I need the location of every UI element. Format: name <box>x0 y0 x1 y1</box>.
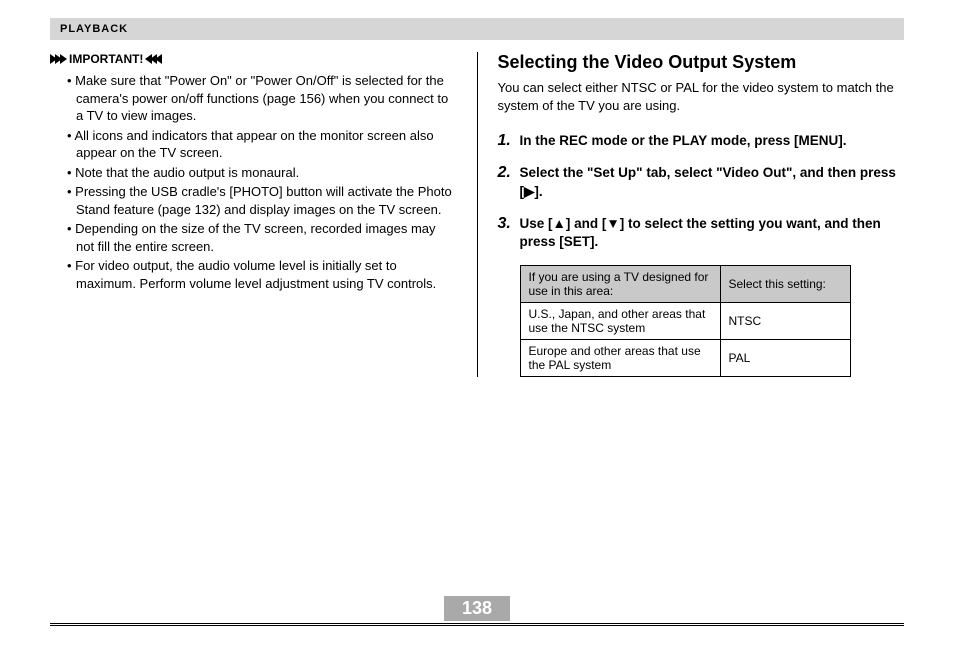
step-item: 3. Use [▲] and [▼] to select the setting… <box>498 215 905 251</box>
right-heading: Selecting the Video Output System <box>498 52 905 73</box>
important-callout: IMPORTANT! <box>50 52 457 66</box>
table-cell: Europe and other areas that use the PAL … <box>520 340 720 377</box>
table-header-cell: Select this setting: <box>720 266 850 303</box>
right-column: Selecting the Video Output System You ca… <box>478 52 905 377</box>
table-row: U.S., Japan, and other areas that use th… <box>520 303 850 340</box>
procedure-steps: 1. In the REC mode or the PLAY mode, pre… <box>498 132 905 251</box>
bullet-item: For video output, the audio volume level… <box>76 257 457 292</box>
triangles-right-icon <box>50 54 65 64</box>
footer-rule <box>50 623 904 626</box>
bullet-item: Pressing the USB cradle's [PHOTO] button… <box>76 183 457 218</box>
step-number: 3. <box>498 215 520 251</box>
step-text: In the REC mode or the PLAY mode, press … <box>520 132 847 150</box>
bullet-item: Depending on the size of the TV screen, … <box>76 220 457 255</box>
step-item: 2. Select the "Set Up" tab, select "Vide… <box>498 164 905 200</box>
table-cell: U.S., Japan, and other areas that use th… <box>520 303 720 340</box>
page-number-wrap: 138 <box>50 596 904 621</box>
table-row: Europe and other areas that use the PAL … <box>520 340 850 377</box>
table-header-cell: If you are using a TV designed for use i… <box>520 266 720 303</box>
manual-page: PLAYBACK IMPORTANT! Make sure that "Powe… <box>0 0 954 646</box>
section-header-bar: PLAYBACK <box>50 18 904 40</box>
step-text: Use [▲] and [▼] to select the setting yo… <box>520 215 905 251</box>
important-bullet-list: Make sure that "Power On" or "Power On/O… <box>50 72 457 293</box>
table-header-row: If you are using a TV designed for use i… <box>520 266 850 303</box>
step-number: 2. <box>498 164 520 200</box>
bullet-item: Note that the audio output is monaural. <box>76 164 457 182</box>
step-number: 1. <box>498 132 520 150</box>
important-label: IMPORTANT! <box>69 52 143 66</box>
two-column-body: IMPORTANT! Make sure that "Power On" or … <box>50 52 904 377</box>
video-system-table: If you are using a TV designed for use i… <box>520 265 851 377</box>
table-cell: PAL <box>720 340 850 377</box>
right-intro: You can select either NTSC or PAL for th… <box>498 79 905 114</box>
bullet-item: Make sure that "Power On" or "Power On/O… <box>76 72 457 125</box>
bullet-item: All icons and indicators that appear on … <box>76 127 457 162</box>
step-text: Select the "Set Up" tab, select "Video O… <box>520 164 905 200</box>
page-footer: 138 <box>50 596 904 626</box>
triangles-left-icon <box>147 54 162 64</box>
page-number: 138 <box>444 596 510 621</box>
left-column: IMPORTANT! Make sure that "Power On" or … <box>50 52 477 377</box>
table-cell: NTSC <box>720 303 850 340</box>
section-header: PLAYBACK <box>60 23 128 35</box>
step-item: 1. In the REC mode or the PLAY mode, pre… <box>498 132 905 150</box>
